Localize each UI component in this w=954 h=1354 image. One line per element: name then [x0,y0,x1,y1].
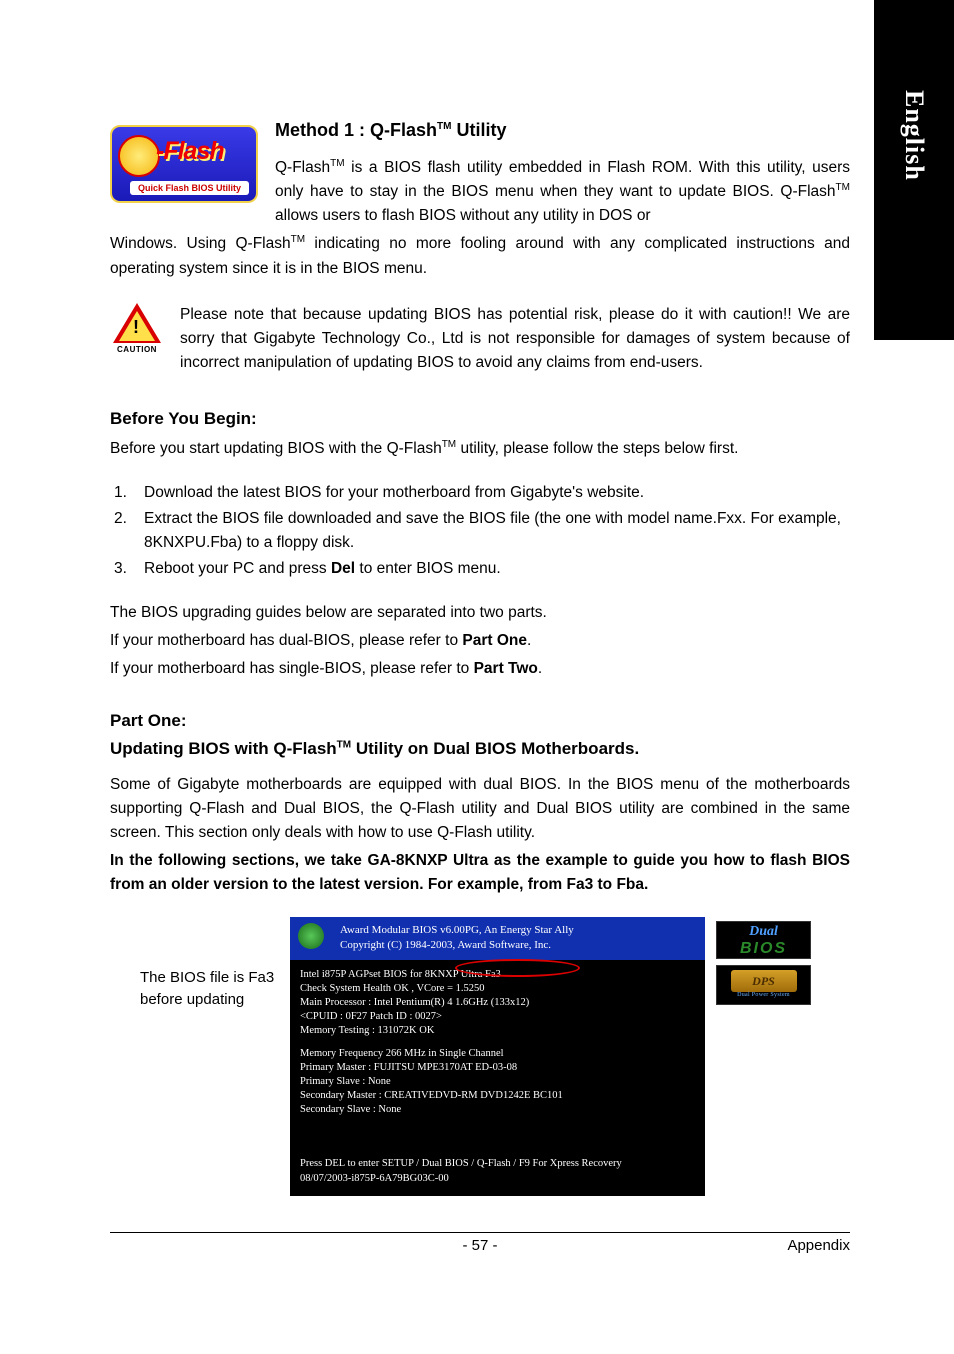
page-number: - 57 - [462,1237,497,1254]
step-3: 3.Reboot your PC and press Del to enter … [114,557,850,581]
steps-list: 1.Download the latest BIOS for your moth… [114,481,850,581]
bios-top-line2: Copyright (C) 1984-2003, Award Software,… [340,938,705,953]
epa-logo-icon [298,923,324,949]
guide-line-2: If your motherboard has dual-BIOS, pleas… [110,629,850,653]
bios-line: <CPUID : 0F27 Patch ID : 0027> [300,1010,695,1024]
part-one-subheading: Updating BIOS with Q-FlashTM Utility on … [110,739,850,759]
bios-line: Main Processor : Intel Pentium(R) 4 1.6G… [300,996,695,1010]
guide-line-3: If your motherboard has single-BIOS, ple… [110,657,850,681]
caution-text: Please note that because updating BIOS h… [110,303,850,375]
bios-caption: The BIOS file is Fa3 before updating [140,967,300,1012]
part-one-para2: In the following sections, we take GA-8K… [110,849,850,897]
bios-screen: Award Modular BIOS v6.00PG, An Energy St… [290,917,705,1196]
caution-icon: ! CAUTION [110,303,164,354]
bios-line: Primary Slave : None [300,1075,695,1089]
language-sidebar: English [874,0,954,340]
annotation-circle [455,959,580,977]
step-2: 2.Extract the BIOS file downloaded and s… [114,507,850,555]
page-footer: - 57 - Appendix [110,1232,850,1254]
logo-main-text: -Flash [156,137,224,166]
method-paragraph-2: Windows. Using Q-FlashTM indicating no m… [110,232,850,280]
bios-line: Secondary Master : CREATIVEDVD-RM DVD124… [300,1089,695,1103]
language-label: English [899,90,929,181]
section-name: Appendix [787,1237,850,1254]
dual-bios-logo: DualBIOS [716,921,811,959]
part-one-heading: Part One: [110,711,850,731]
part-one-para1: Some of Gigabyte motherboards are equipp… [110,773,850,845]
bios-line: Memory Frequency 266 MHz in Single Chann… [300,1047,695,1061]
page-content: -Flash Quick Flash BIOS Utility Method 1… [110,120,850,1196]
logo-sub-text: Quick Flash BIOS Utility [130,181,249,195]
bios-top-line1: Award Modular BIOS v6.00PG, An Energy St… [340,923,705,938]
bios-line: Check System Health OK , VCore = 1.5250 [300,982,695,996]
dps-logo: DPS Dual Power System [716,965,811,1005]
bios-footer-line2: 08/07/2003-i875P-6A79BG03C-00 [300,1172,695,1186]
guide-line-1: The BIOS upgrading guides below are sepa… [110,601,850,625]
caution-block: ! CAUTION Please note that because updat… [110,303,850,379]
qflash-logo: -Flash Quick Flash BIOS Utility [110,125,260,210]
bios-screenshot-wrap: The BIOS file is Fa3 before updating Awa… [110,917,850,1196]
bios-line: Secondary Slave : None [300,1103,695,1117]
step-1: 1.Download the latest BIOS for your moth… [114,481,850,505]
before-intro: Before you start updating BIOS with the … [110,437,850,461]
before-heading: Before You Begin: [110,409,850,429]
bios-footer-line1: Press DEL to enter SETUP / Dual BIOS / Q… [300,1157,695,1171]
bios-line: Memory Testing : 131072K OK [300,1024,695,1038]
bios-line: Primary Master : FUJITSU MPE3170AT ED-03… [300,1061,695,1075]
